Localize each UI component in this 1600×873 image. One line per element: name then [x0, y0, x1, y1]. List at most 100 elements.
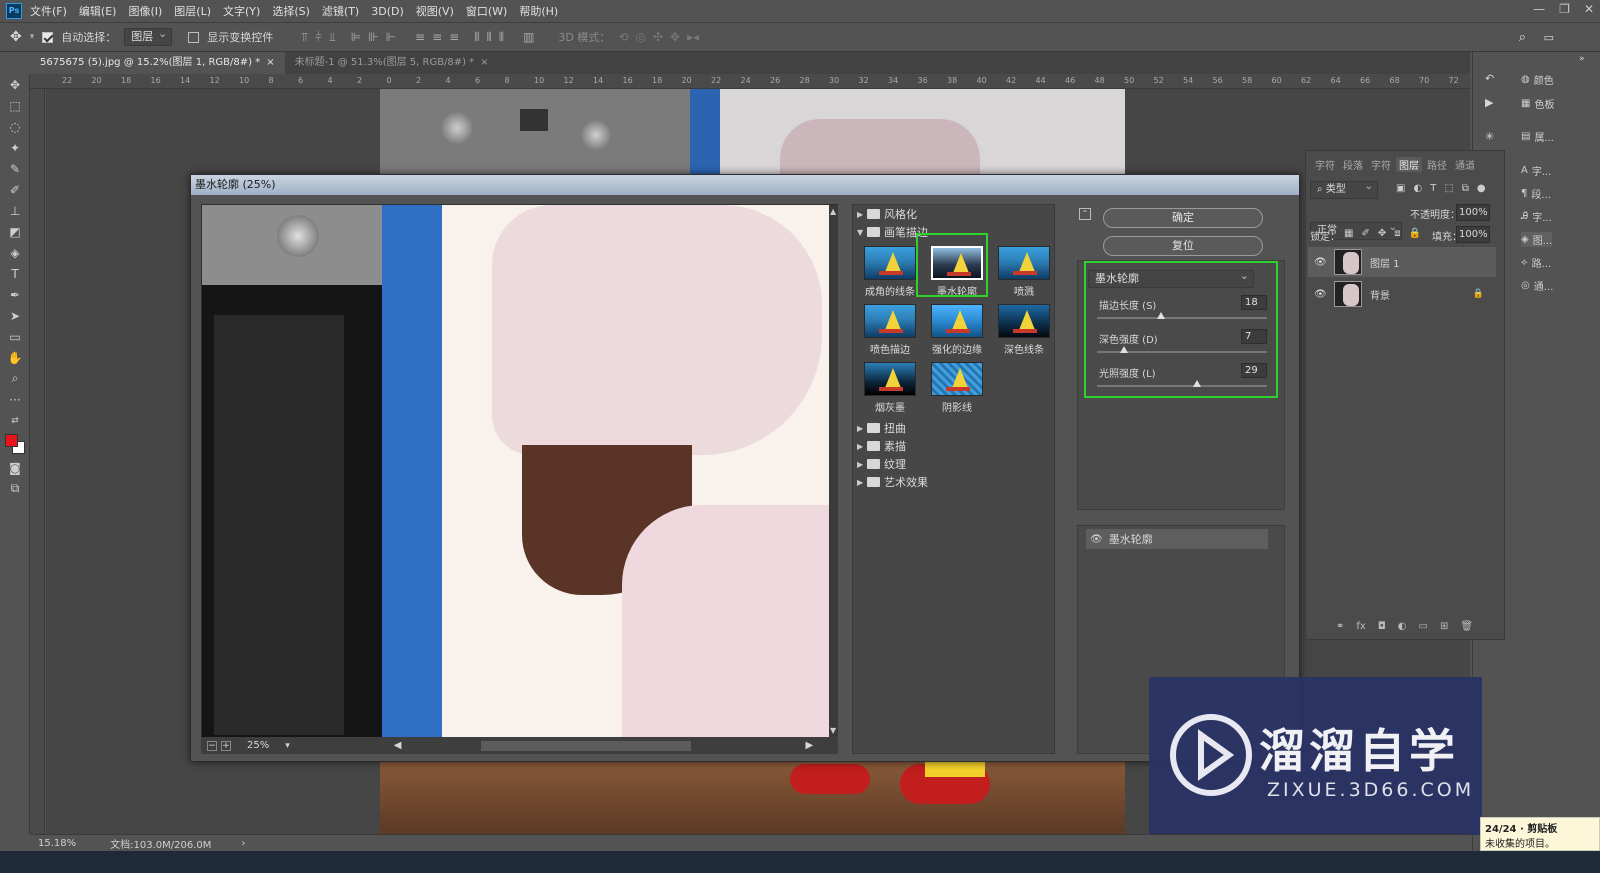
distribute-top-icon[interactable]: ≡ [415, 30, 425, 45]
opacity-input[interactable]: 100% [1456, 204, 1490, 221]
ok-button[interactable]: 确定 [1103, 208, 1263, 228]
layer-row-background[interactable]: 👁 背景 🔒 [1308, 279, 1496, 309]
menu-window[interactable]: 窗口(W) [466, 3, 507, 19]
menu-file[interactable]: 文件(F) [30, 3, 67, 19]
dock-layers[interactable]: ◈ 图... [1521, 232, 1553, 247]
chevron-down-icon[interactable]: ▾ [285, 741, 290, 751]
3d-scale-icon[interactable]: ▸◂ [687, 30, 699, 44]
auto-select-dropdown[interactable]: 图层 [124, 26, 173, 46]
chevron-down-icon[interactable]: ▾ [30, 32, 35, 42]
align-vcenter-icon[interactable]: ⫩ [315, 30, 322, 45]
scroll-down-icon[interactable]: ▼ [830, 726, 836, 735]
auto-select-checkbox[interactable] [42, 31, 54, 43]
tab-character[interactable]: 字符 [1312, 157, 1338, 172]
brush-tool-icon[interactable]: ✐ [0, 179, 30, 200]
tab-channels[interactable]: 通道 [1452, 157, 1478, 172]
lock-position-icon[interactable]: ✥ [1378, 228, 1386, 239]
stroke-length-input[interactable]: 18 [1241, 295, 1267, 310]
add-mask-icon[interactable]: ◘ [1378, 621, 1386, 632]
folder-texture[interactable]: ▶ 纹理 [853, 455, 1054, 473]
folder-distort[interactable]: ▶ 扭曲 [853, 419, 1054, 437]
tab-layers[interactable]: 图层 [1396, 157, 1422, 172]
eye-icon[interactable]: 👁 [1314, 257, 1328, 268]
filter-smart-icon[interactable]: ⧉ [1462, 183, 1469, 194]
magic-wand-icon[interactable]: ✦ [0, 137, 30, 158]
align-left-icon[interactable]: ⊫ [351, 30, 361, 45]
paint-bucket-icon[interactable]: ◈ [0, 242, 30, 263]
stamp-tool-icon[interactable]: ⊥ [0, 200, 30, 221]
dock-swatches[interactable]: ▦ 色板 [1521, 96, 1554, 111]
3d-slide-icon[interactable]: ✥ [670, 30, 680, 44]
folder-stylize[interactable]: ▶ 风格化 [853, 205, 1054, 223]
status-arrow-icon[interactable]: › [241, 838, 245, 849]
align-bottom-icon[interactable]: ⫫ [329, 30, 336, 45]
minimize-icon[interactable]: — [1533, 2, 1545, 16]
filter-type-icon[interactable]: T [1430, 183, 1436, 194]
slider-track[interactable] [1097, 385, 1267, 387]
layer-name[interactable]: 背景 [1370, 287, 1390, 302]
move-tool-icon[interactable]: ✥ [0, 74, 30, 95]
collapse-dock-icon[interactable]: » [1579, 54, 1585, 64]
layer-name[interactable]: 图层 1 [1370, 255, 1400, 270]
restore-icon[interactable]: ❐ [1559, 2, 1570, 16]
menu-view[interactable]: 视图(V) [416, 3, 454, 19]
filter-shape-icon[interactable]: ⬚ [1444, 183, 1453, 194]
tab-document-2[interactable]: 未标题-1 @ 51.3%(图层 5, RGB/8#) * × [285, 52, 499, 74]
reset-button[interactable]: 复位 [1103, 236, 1263, 256]
link-layers-icon[interactable]: ⚭ [1336, 621, 1344, 632]
tab-document-1[interactable]: 5675675 (5).jpg @ 15.2%(图层 1, RGB/8#) * × [30, 52, 285, 74]
tab-paths[interactable]: 路径 [1424, 157, 1450, 172]
more-tools-icon[interactable]: ··· [0, 389, 30, 410]
adjustment-layer-icon[interactable]: ◐ [1398, 621, 1407, 632]
slider-knob[interactable] [1120, 346, 1129, 353]
3d-drag-icon[interactable]: ✣ [653, 30, 663, 44]
hand-tool-icon[interactable]: ✋ [0, 347, 30, 368]
kind-filter-dropdown[interactable]: ⌕ 类型 [1310, 179, 1378, 199]
layer-row-layer1[interactable]: 👁 图层 1 [1308, 247, 1496, 277]
search-icon[interactable]: ⌕ [1519, 30, 1526, 45]
menu-image[interactable]: 图像(I) [128, 3, 162, 19]
menu-edit[interactable]: 编辑(E) [79, 3, 117, 19]
dock-channels[interactable]: ◎ 通... [1521, 278, 1553, 293]
new-layer-icon[interactable]: ⊞ [1440, 621, 1448, 632]
menu-help[interactable]: 帮助(H) [519, 3, 558, 19]
folder-sketch[interactable]: ▶ 素描 [853, 437, 1054, 455]
new-group-icon[interactable]: ▭ [1419, 621, 1428, 632]
collapse-gallery-icon[interactable]: ⌃ [1079, 208, 1091, 220]
param-stroke-length[interactable]: 描边长度 (S) 18 [1097, 295, 1267, 329]
lasso-tool-icon[interactable]: ◌ [0, 116, 30, 137]
move-tool-icon[interactable]: ✥ [10, 29, 22, 45]
tab-paragraph[interactable]: 段落 [1340, 157, 1366, 172]
effect-layer-row[interactable]: 👁 墨水轮廓 [1086, 529, 1268, 549]
folder-artistic[interactable]: ▶ 艺术效果 [853, 473, 1054, 491]
dock-color[interactable]: ◍ 颜色 [1521, 72, 1554, 87]
path-select-icon[interactable]: ➤ [0, 305, 30, 326]
zoom-level[interactable]: 15.18% [38, 838, 76, 849]
lock-artboard-icon[interactable]: ⧈ [1394, 228, 1400, 239]
menu-select[interactable]: 选择(S) [272, 3, 310, 19]
auto-align-icon[interactable]: ▥ [523, 30, 534, 45]
slider-track[interactable] [1097, 317, 1267, 319]
align-right-icon[interactable]: ⊩ [386, 30, 396, 45]
filter-accented-edges[interactable]: 强化的边缘 [924, 301, 990, 359]
filter-preview[interactable] [201, 204, 838, 740]
zoom-in-icon[interactable]: + [221, 740, 231, 751]
type-tool-icon[interactable]: T [0, 263, 30, 284]
zoom-level[interactable]: 25% [247, 740, 269, 751]
preview-vertical-scrollbar[interactable]: ▲ ▼ [829, 205, 838, 737]
workspace-icon[interactable]: ▭ [1544, 31, 1554, 44]
distribute-left-icon[interactable]: ⦀ [474, 30, 479, 45]
eye-icon[interactable]: 👁 [1090, 534, 1103, 545]
filter-adjustment-icon[interactable]: ◐ [1413, 183, 1422, 194]
zoom-out-icon[interactable]: − [207, 740, 217, 751]
swap-colors-icon[interactable]: ⇄ [0, 410, 30, 431]
history-icon[interactable]: ↶ [1485, 72, 1494, 85]
filter-spatter[interactable]: 喷溅 [991, 243, 1057, 301]
distribute-bottom-icon[interactable]: ≡ [449, 30, 459, 45]
3d-roll-icon[interactable]: ◎ [635, 30, 645, 44]
dock-paths[interactable]: ⟡ 路... [1521, 255, 1551, 270]
param-light-intensity[interactable]: 光照强度 (L) 29 [1097, 363, 1267, 397]
pen-tool-icon[interactable]: ✒ [0, 284, 30, 305]
dock-properties[interactable]: ▤ 属... [1521, 129, 1554, 144]
slider-knob[interactable] [1156, 312, 1165, 319]
